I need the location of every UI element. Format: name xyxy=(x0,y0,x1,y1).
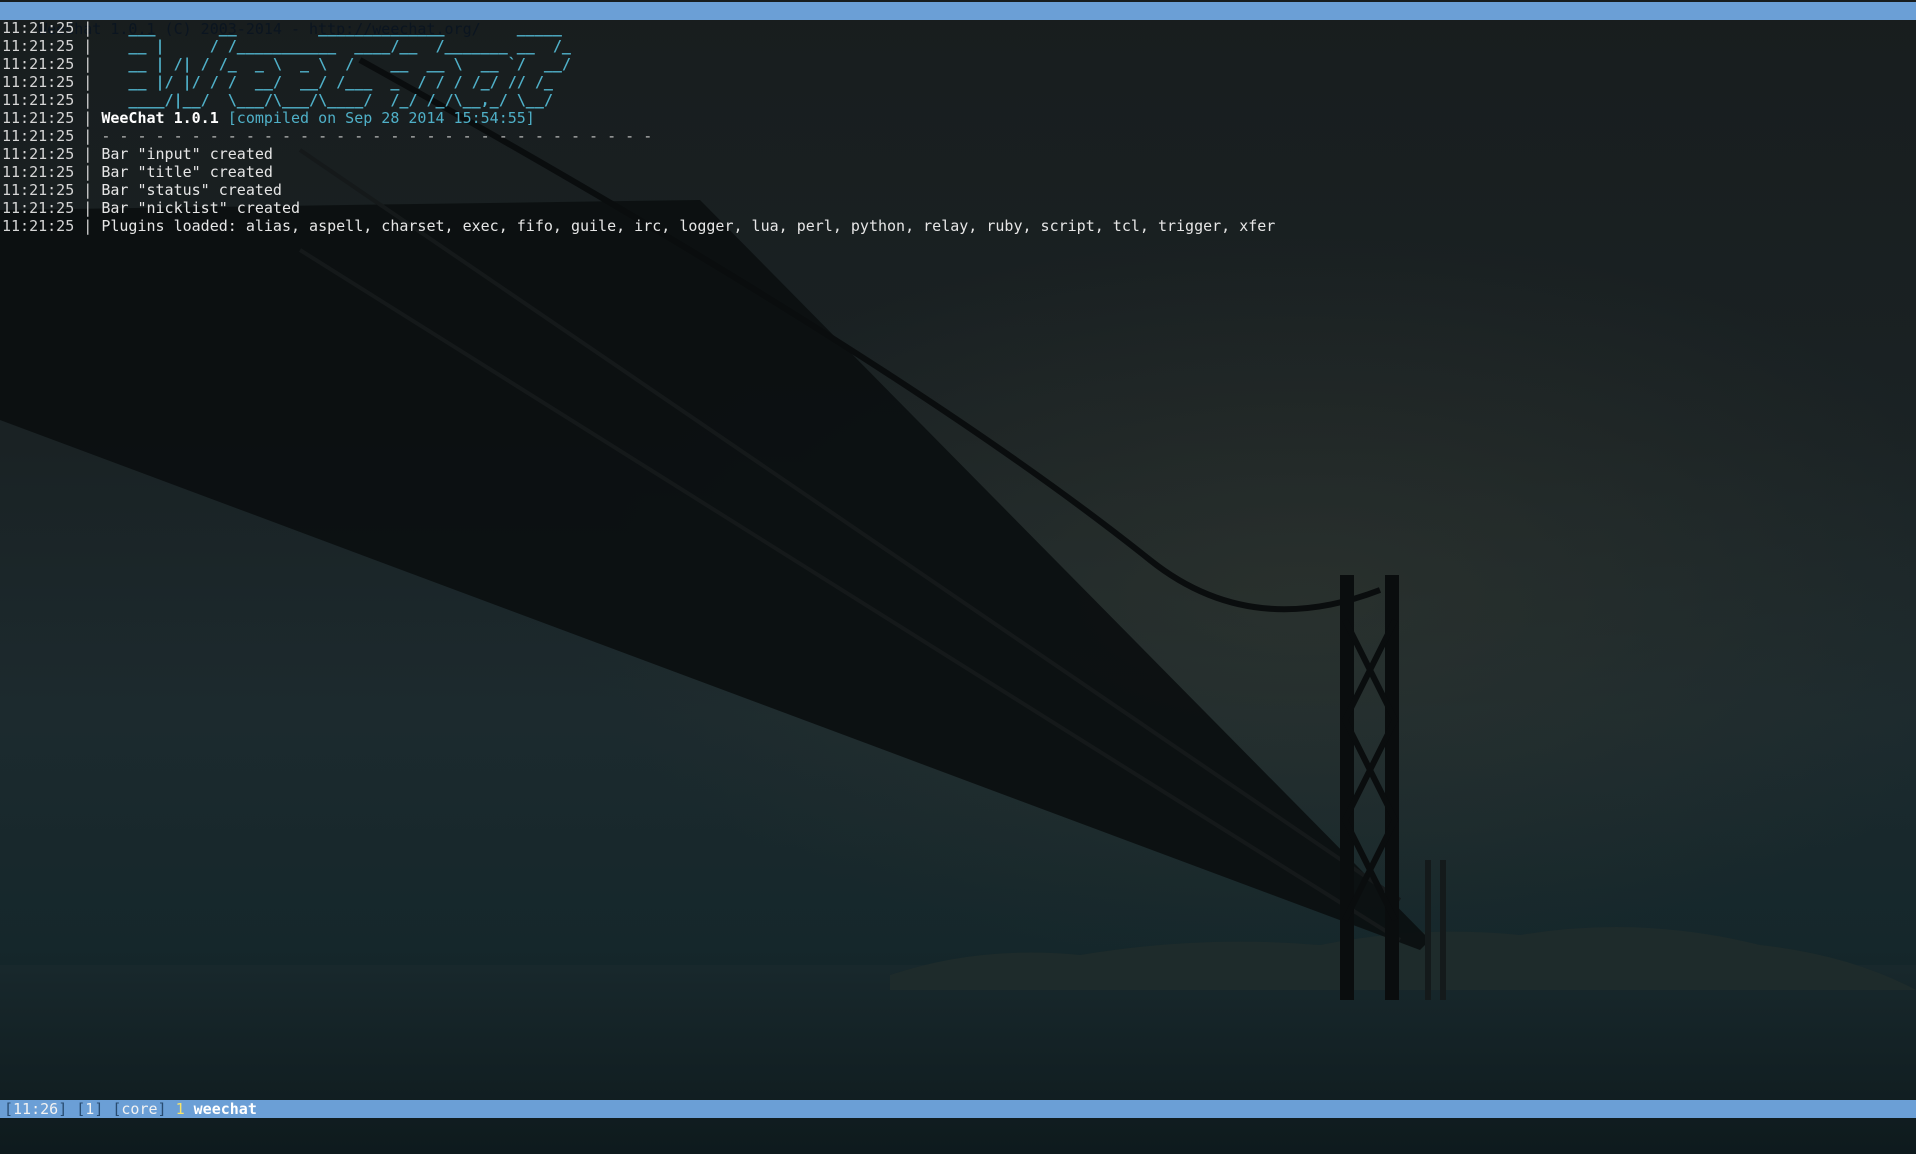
timestamp: 11:21:25 xyxy=(2,109,75,127)
bracket-close: ] xyxy=(58,1100,68,1118)
timestamp: 11:21:25 xyxy=(2,181,75,199)
chat-line: 11:21:25 | ____/|__/ \___/\___/\____/ /_… xyxy=(2,91,1902,109)
prefix-separator: | xyxy=(83,181,93,199)
timestamp: 11:21:25 xyxy=(2,217,75,235)
version-name: WeeChat 1.0.1 xyxy=(101,109,219,127)
bracket-open: [ xyxy=(76,1100,86,1118)
message-text: Bar "title" created xyxy=(101,163,273,181)
ascii-logo-line: __ |/ |/ / / __/ __/ /___ _ / / / /_/ //… xyxy=(101,73,571,91)
message-text: Plugins loaded: alias, aspell, charset, … xyxy=(101,217,1276,235)
bracket-open: [ xyxy=(4,1100,14,1118)
ascii-logo-line: ___ __ ______________ _____ xyxy=(101,19,571,37)
chat-buffer: 11:21:25 | ___ __ ______________ _____ 1… xyxy=(2,19,1902,235)
prefix-separator: | xyxy=(83,199,93,217)
status-buffer-number: 1 xyxy=(175,1100,185,1118)
timestamp: 11:21:25 xyxy=(2,73,75,91)
title-bar: WeeChat 1.0.1 (C) 2003-2014 - http://wee… xyxy=(0,2,1916,38)
prefix-separator: | xyxy=(83,217,93,235)
status-bar: [11:26] [1] [core] 1 weechat xyxy=(0,1100,1916,1118)
message-text: Bar "input" created xyxy=(101,145,273,163)
input-bar[interactable] xyxy=(0,1119,1916,1137)
prefix-separator: | xyxy=(83,145,93,163)
status-plugin: core xyxy=(121,1100,158,1118)
timestamp: 11:21:25 xyxy=(2,91,75,109)
chat-line: 11:21:25 | Bar "input" created xyxy=(2,145,1902,163)
status-buffer-count: 1 xyxy=(85,1100,95,1118)
timestamp: 11:21:25 xyxy=(2,127,75,145)
prefix-separator: | xyxy=(83,19,93,37)
status-buffer-name: weechat xyxy=(193,1100,257,1118)
bracket-close: ] xyxy=(94,1100,104,1118)
timestamp: 11:21:25 xyxy=(2,37,75,55)
message-text: Bar "nicklist" created xyxy=(101,199,301,217)
timestamp: 11:21:25 xyxy=(2,145,75,163)
message-text: Bar "status" created xyxy=(101,181,282,199)
chat-line: 11:21:25 | Bar "title" created xyxy=(2,163,1902,181)
terminal-window: WeeChat 1.0.1 (C) 2003-2014 - http://wee… xyxy=(0,0,1916,1154)
chat-line: 11:21:25 | __ | / /___________ ____/__ /… xyxy=(2,37,1902,55)
ascii-logo-line: __ | /| / /_ _ \ _ \ / __ __ \ __ `/ __/ xyxy=(101,55,571,73)
chat-line: 11:21:25 | __ | /| / /_ _ \ _ \ / __ __ … xyxy=(2,55,1902,73)
ascii-logo-line: __ | / /___________ ____/__ /_______ __ … xyxy=(101,37,571,55)
compile-info: [compiled on Sep 28 2014 15:54:55] xyxy=(227,109,535,127)
chat-line: 11:21:25 | ___ __ ______________ _____ xyxy=(2,19,1902,37)
status-time: 11:26 xyxy=(13,1100,59,1118)
dashes-divider: - - - - - - - - - - - - - - - - - - - - … xyxy=(101,127,653,145)
timestamp: 11:21:25 xyxy=(2,199,75,217)
prefix-separator: | xyxy=(83,127,93,145)
chat-line: 11:21:25 | - - - - - - - - - - - - - - -… xyxy=(2,127,1902,145)
prefix-separator: | xyxy=(83,91,93,109)
prefix-separator: | xyxy=(83,109,93,127)
bracket-close: ] xyxy=(157,1100,167,1118)
timestamp: 11:21:25 xyxy=(2,163,75,181)
prefix-separator: | xyxy=(83,163,93,181)
prefix-separator: | xyxy=(83,37,93,55)
timestamp: 11:21:25 xyxy=(2,19,75,37)
chat-line: 11:21:25 | Plugins loaded: alias, aspell… xyxy=(2,217,1902,235)
prefix-separator: | xyxy=(83,55,93,73)
timestamp: 11:21:25 xyxy=(2,55,75,73)
chat-line: 11:21:25 | Bar "nicklist" created xyxy=(2,199,1902,217)
chat-line: 11:21:25 | __ |/ |/ / / __/ __/ /___ _ /… xyxy=(2,73,1902,91)
ascii-logo-line: ____/|__/ \___/\___/\____/ /_/ /_/\__,_/… xyxy=(101,91,571,109)
chat-line: 11:21:25 | WeeChat 1.0.1 [compiled on Se… xyxy=(2,109,1902,127)
prefix-separator: | xyxy=(83,73,93,91)
chat-line: 11:21:25 | Bar "status" created xyxy=(2,181,1902,199)
